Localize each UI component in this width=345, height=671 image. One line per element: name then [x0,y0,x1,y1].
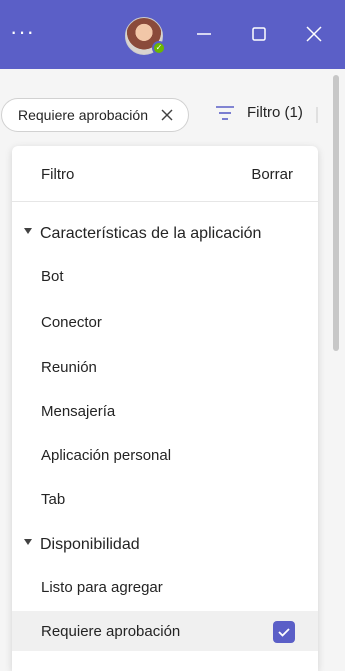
title-bar: ··· ✓ [0,0,345,69]
checkbox-checked[interactable] [273,621,295,643]
section-label: Características de la aplicación [40,225,262,242]
option-label: Reunión [41,359,97,376]
option-label: Conector [41,314,102,331]
maximize-icon[interactable] [247,22,271,46]
filter-option-tab[interactable]: Tab [12,479,318,519]
option-label: Tab [41,491,66,508]
minimize-icon[interactable] [192,22,216,46]
filter-panel-title: Filtro [41,166,75,183]
option-label: Aplicación personal [41,447,172,464]
filter-option-mensajeria[interactable]: Mensajería [12,391,318,431]
option-label: Mensajería [41,403,116,420]
scrollbar-thumb[interactable] [333,75,339,351]
option-label: Listo para agregar [41,579,163,596]
clear-button[interactable]: Borrar [251,166,293,183]
filter-panel: Filtro Borrar Características de la apli… [12,146,318,671]
filter-button[interactable]: Filtro (1) [215,104,303,121]
filter-icon [216,105,234,120]
filter-button-label: Filtro (1) [247,104,303,121]
filter-option-reunion[interactable]: Reunión [12,347,318,387]
more-horizontal-icon[interactable]: ··· [10,21,35,43]
caret-down-icon [24,228,32,234]
close-icon[interactable] [159,107,175,123]
checkmark-icon [278,628,290,637]
close-icon[interactable] [302,22,326,46]
section-availability[interactable]: Disponibilidad [12,530,318,560]
filter-option-aplicacion-personal[interactable]: Aplicación personal [12,435,318,475]
filter-option-bot[interactable]: Bot [12,256,318,296]
filter-panel-header: Filtro Borrar [12,146,318,202]
option-label: Bot [41,268,64,285]
active-filter-chip[interactable]: Requiere aprobación [1,98,189,132]
section-app-features[interactable]: Características de la aplicación [12,219,318,249]
section-label: Disponibilidad [40,536,140,553]
chip-label: Requiere aprobación [18,107,148,123]
filter-option-conector[interactable]: Conector [12,302,318,342]
presence-available-icon: ✓ [152,41,166,55]
filter-option-listo-para-agregar[interactable]: Listo para agregar [12,567,318,607]
filter-option-requiere-aprobacion[interactable]: Requiere aprobación [12,611,318,651]
caret-down-icon [24,539,32,545]
option-label: Requiere aprobación [41,623,181,640]
divider [316,107,318,123]
